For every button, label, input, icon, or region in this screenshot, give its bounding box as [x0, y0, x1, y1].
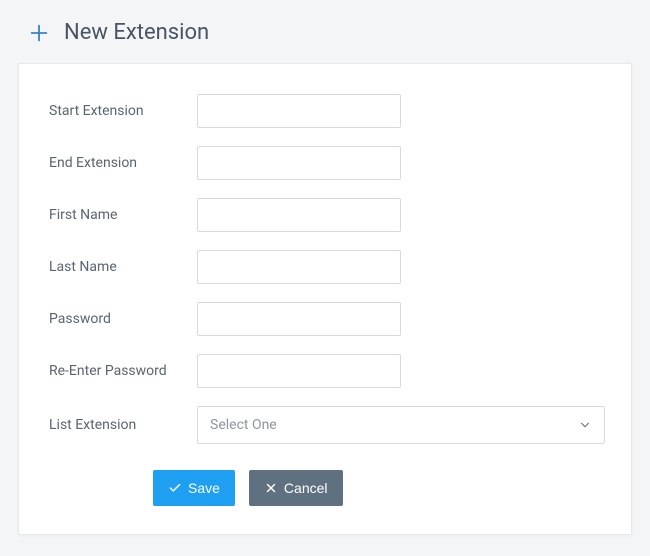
last-name-input[interactable]	[197, 250, 401, 284]
list-extension-select[interactable]: Select One	[197, 406, 605, 444]
label-re-enter-password: Re-Enter Password	[49, 363, 197, 379]
start-extension-input[interactable]	[197, 94, 401, 128]
list-extension-selected: Select One	[210, 417, 277, 433]
label-first-name: First Name	[49, 207, 197, 223]
check-icon	[168, 481, 182, 495]
button-row: Save Cancel	[49, 470, 605, 506]
first-name-input[interactable]	[197, 198, 401, 232]
page-header: New Extension	[18, 20, 632, 45]
row-password: Password	[49, 302, 605, 336]
chevron-down-icon	[578, 418, 592, 432]
end-extension-input[interactable]	[197, 146, 401, 180]
row-end-extension: End Extension	[49, 146, 605, 180]
row-first-name: First Name	[49, 198, 605, 232]
label-start-extension: Start Extension	[49, 103, 197, 119]
label-password: Password	[49, 311, 197, 327]
row-last-name: Last Name	[49, 250, 605, 284]
close-icon	[264, 481, 278, 495]
label-last-name: Last Name	[49, 259, 197, 275]
label-end-extension: End Extension	[49, 155, 197, 171]
plus-icon	[28, 22, 50, 44]
row-re-enter-password: Re-Enter Password	[49, 354, 605, 388]
re-enter-password-input[interactable]	[197, 354, 401, 388]
row-list-extension: List Extension Select One	[49, 406, 605, 444]
label-list-extension: List Extension	[49, 417, 197, 433]
cancel-button[interactable]: Cancel	[249, 470, 343, 506]
form-card: Start Extension End Extension First Name…	[18, 63, 632, 535]
save-button-label: Save	[188, 480, 220, 496]
password-input[interactable]	[197, 302, 401, 336]
page-title: New Extension	[64, 20, 209, 45]
save-button[interactable]: Save	[153, 470, 235, 506]
cancel-button-label: Cancel	[284, 480, 328, 496]
list-extension-select-wrap: Select One	[197, 406, 605, 444]
row-start-extension: Start Extension	[49, 94, 605, 128]
